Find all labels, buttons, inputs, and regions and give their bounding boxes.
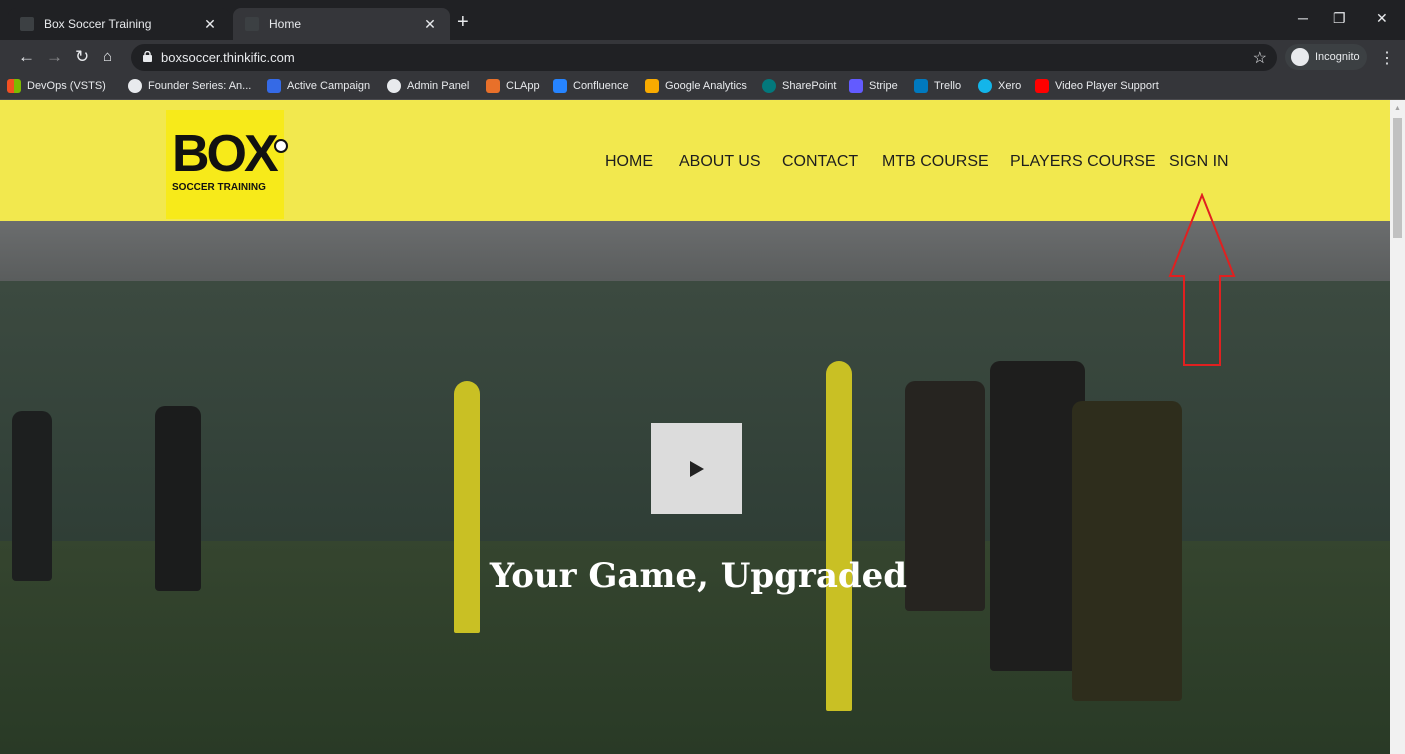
- annotation-arrow-icon: [1168, 193, 1236, 366]
- bookmark-sharepoint[interactable]: SharePoint: [762, 79, 836, 93]
- bookmark-founder-series[interactable]: Founder Series: An...: [128, 79, 251, 93]
- tab-favicon-icon: [245, 17, 259, 31]
- minimize-icon[interactable]: ─: [1298, 10, 1308, 26]
- incognito-icon: [1291, 48, 1309, 66]
- bookmark-google-analytics[interactable]: Google Analytics: [645, 79, 747, 93]
- scrollbar-thumb[interactable]: [1393, 118, 1402, 238]
- bookmark-active-campaign[interactable]: Active Campaign: [267, 79, 370, 93]
- nav-about-us[interactable]: ABOUT US: [679, 153, 761, 171]
- browser-tab[interactable]: Box Soccer Training ✕: [8, 8, 230, 40]
- globe-icon: [128, 79, 142, 93]
- browser-tab-active[interactable]: Home ✕: [233, 8, 450, 40]
- nav-sign-in[interactable]: SIGN IN: [1169, 153, 1229, 171]
- nav-players-course[interactable]: PLAYERS COURSE: [1010, 153, 1156, 171]
- lock-icon: [143, 51, 152, 62]
- nav-home[interactable]: HOME: [605, 153, 653, 171]
- bookmark-clapp[interactable]: CLApp: [486, 79, 540, 93]
- bookmarks-bar: DevOps (VSTS) Founder Series: An... Acti…: [0, 74, 1405, 100]
- xero-icon: [978, 79, 992, 93]
- tab-close-icon[interactable]: ✕: [422, 16, 438, 33]
- incognito-badge[interactable]: Incognito: [1285, 44, 1367, 70]
- trello-icon: [914, 79, 928, 93]
- address-bar[interactable]: boxsoccer.thinkific.com ☆: [131, 44, 1277, 71]
- tab-close-icon[interactable]: ✕: [202, 16, 218, 33]
- soccer-ball-icon: [274, 139, 288, 153]
- tab-title: Home: [269, 17, 302, 31]
- tab-favicon-icon: [20, 17, 34, 31]
- confluence-icon: [553, 79, 567, 93]
- restore-icon[interactable]: ❐: [1333, 10, 1346, 27]
- logo-subtitle: SOCCER TRAINING: [172, 182, 266, 193]
- page-scrollbar[interactable]: ▲: [1390, 100, 1405, 754]
- training-mannequin: [826, 361, 852, 711]
- globe-icon: [387, 79, 401, 93]
- bookmark-star-icon[interactable]: ☆: [1253, 48, 1267, 68]
- forward-icon[interactable]: →: [46, 47, 63, 67]
- bookmark-stripe[interactable]: Stripe: [849, 79, 898, 93]
- youtube-icon: [1035, 79, 1049, 93]
- nav-contact[interactable]: CONTACT: [782, 153, 858, 171]
- reload-icon[interactable]: ↻: [75, 47, 89, 67]
- url-text: boxsoccer.thinkific.com: [161, 50, 295, 65]
- stripe-icon: [849, 79, 863, 93]
- web-page: BOX SOCCER TRAINING HOME ABOUT US CONTAC…: [0, 100, 1390, 754]
- new-tab-button[interactable]: +: [457, 12, 469, 32]
- site-logo[interactable]: BOX SOCCER TRAINING: [166, 110, 288, 219]
- hero-title: Your Game, Upgraded: [489, 556, 908, 596]
- bookmark-admin-panel[interactable]: Admin Panel: [387, 79, 469, 93]
- browser-tab-strip: Box Soccer Training ✕ Home ✕ + ─ ❐ ✕: [0, 0, 1405, 40]
- sharepoint-icon: [762, 79, 776, 93]
- bookmark-xero[interactable]: Xero: [978, 79, 1021, 93]
- bookmark-devops[interactable]: DevOps (VSTS): [7, 79, 106, 93]
- player: [990, 361, 1085, 671]
- player: [1072, 401, 1182, 701]
- bookmark-video-player-support[interactable]: Video Player Support: [1035, 79, 1159, 93]
- bookmark-trello[interactable]: Trello: [914, 79, 961, 93]
- microsoft-icon: [7, 79, 21, 93]
- browser-menu-icon[interactable]: ⋮: [1379, 48, 1395, 68]
- home-icon[interactable]: ⌂: [103, 47, 112, 67]
- bookmark-confluence[interactable]: Confluence: [553, 79, 629, 93]
- back-icon[interactable]: ←: [18, 47, 35, 67]
- video-play-button[interactable]: [651, 423, 742, 514]
- nav-mtb-course[interactable]: MTB COURSE: [882, 153, 989, 171]
- tab-title: Box Soccer Training: [44, 17, 152, 31]
- analytics-icon: [645, 79, 659, 93]
- activecampaign-icon: [267, 79, 281, 93]
- scroll-up-icon[interactable]: ▲: [1394, 105, 1401, 112]
- play-icon: [689, 460, 704, 477]
- browser-toolbar: ← → ↻ ⌂ boxsoccer.thinkific.com ☆ Incogn…: [0, 40, 1405, 74]
- logo-text: BOX: [172, 125, 279, 183]
- clapp-icon: [486, 79, 500, 93]
- close-window-icon[interactable]: ✕: [1376, 10, 1388, 27]
- incognito-label: Incognito: [1315, 51, 1360, 63]
